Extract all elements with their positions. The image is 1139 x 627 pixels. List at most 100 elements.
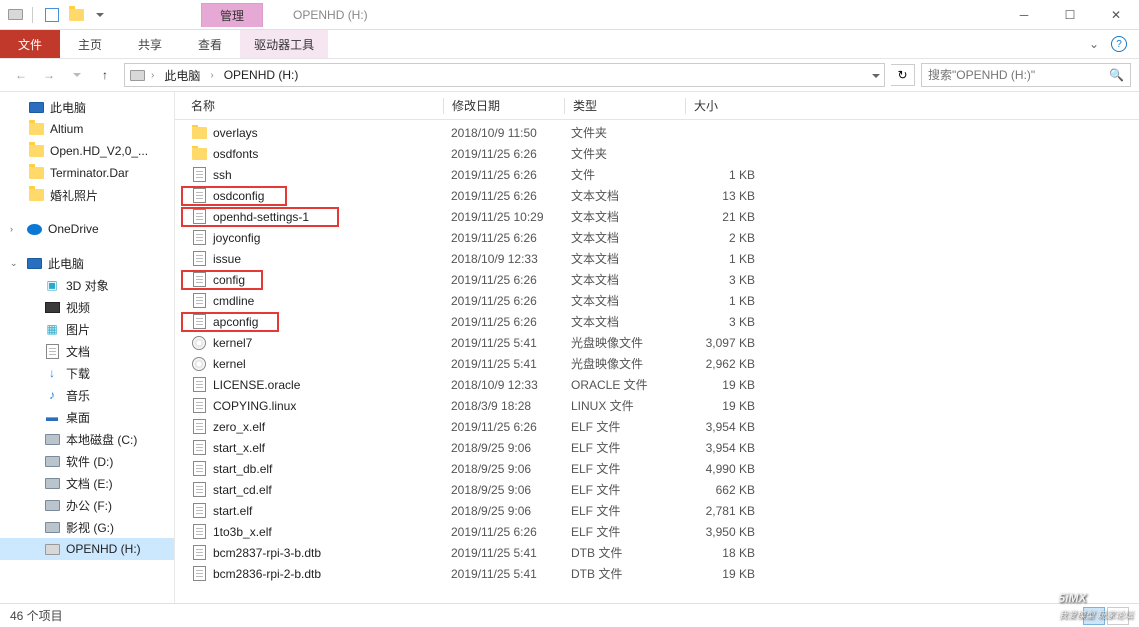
item-count: 46 个项目 [10, 607, 63, 624]
tab-share[interactable]: 共享 [120, 30, 180, 58]
file-row[interactable]: joyconfig2019/11/25 6:26文本文档2 KB [175, 227, 1139, 248]
breadcrumb[interactable]: 此电脑 [160, 65, 204, 86]
file-row[interactable]: cmdline2019/11/25 6:26文本文档1 KB [175, 290, 1139, 311]
app-icon [6, 6, 24, 24]
file-row[interactable]: ssh2019/11/25 6:26文件1 KB [175, 164, 1139, 185]
file-type: ELF 文件 [563, 439, 683, 456]
nav-forward-button[interactable]: → [36, 62, 62, 88]
file-size: 19 KB [683, 567, 763, 581]
breadcrumb-separator[interactable]: › [151, 70, 154, 81]
file-row[interactable]: start.elf2018/9/25 9:06ELF 文件2,781 KB [175, 500, 1139, 521]
search-icon[interactable]: 🔍 [1109, 68, 1124, 82]
tab-drive-tools[interactable]: 驱动器工具 [240, 30, 328, 58]
qat-properties[interactable] [41, 4, 63, 26]
close-button[interactable]: ✕ [1093, 0, 1139, 30]
disc-icon [191, 356, 207, 372]
qat-dropdown[interactable] [89, 4, 111, 26]
tab-home[interactable]: 主页 [60, 30, 120, 58]
file-row[interactable]: start_cd.elf2018/9/25 9:06ELF 文件662 KB [175, 479, 1139, 500]
help-icon[interactable]: ? [1111, 36, 1127, 52]
search-box[interactable]: 🔍 [921, 63, 1131, 87]
file-size: 4,990 KB [683, 462, 763, 476]
quick-access-item[interactable]: Open.HD_V2,0_... [0, 140, 174, 162]
doc-icon [191, 188, 207, 204]
file-row[interactable]: LICENSE.oracle2018/10/9 12:33ORACLE 文件19… [175, 374, 1139, 395]
drive-icon [129, 67, 145, 83]
ribbon-expand-icon[interactable]: ⌄ [1089, 37, 1099, 51]
address-bar[interactable]: › 此电脑 › OPENHD (H:) [124, 63, 885, 87]
file-row[interactable]: start_db.elf2018/9/25 9:06ELF 文件4,990 KB [175, 458, 1139, 479]
column-name[interactable]: 名称 [183, 97, 443, 114]
tree-item-music[interactable]: 音乐 [0, 384, 174, 406]
quick-access-item[interactable]: 此电脑 [0, 96, 174, 118]
media-icon [44, 299, 60, 315]
tree-item-drive[interactable]: 软件 (D:) [0, 450, 174, 472]
tree-item-drive[interactable]: 本地磁盘 (C:) [0, 428, 174, 450]
quick-access-item[interactable]: Terminator.Dar [0, 162, 174, 184]
file-row[interactable]: config2019/11/25 6:26文本文档3 KB [175, 269, 1139, 290]
refresh-button[interactable]: ↻ [891, 64, 915, 86]
file-name: bcm2837-rpi-3-b.dtb [213, 546, 321, 560]
file-row[interactable]: zero_x.elf2019/11/25 6:26ELF 文件3,954 KB [175, 416, 1139, 437]
breadcrumb[interactable]: OPENHD (H:) [220, 66, 303, 84]
tree-item-doc[interactable]: 文档 [0, 340, 174, 362]
navigation-pane[interactable]: 此电脑AltiumOpen.HD_V2,0_...Terminator.Dar婚… [0, 92, 175, 610]
quick-access-item[interactable]: 婚礼照片 [0, 184, 174, 206]
file-type: ORACLE 文件 [563, 376, 683, 393]
folder-icon [191, 146, 207, 162]
file-row[interactable]: kernel72019/11/25 5:41光盘映像文件3,097 KB [175, 332, 1139, 353]
tree-item-dl[interactable]: 下载 [0, 362, 174, 384]
file-row[interactable]: overlays2018/10/9 11:50文件夹 [175, 122, 1139, 143]
tree-item-usb[interactable]: OPENHD (H:) [0, 538, 174, 560]
this-pc-node[interactable]: ⌄此电脑 [0, 252, 174, 274]
file-type: DTB 文件 [563, 565, 683, 582]
file-row[interactable]: osdfonts2019/11/25 6:26文件夹 [175, 143, 1139, 164]
tree-item-drive[interactable]: 影视 (G:) [0, 516, 174, 538]
file-row[interactable]: bcm2837-rpi-3-b.dtb2019/11/25 5:41DTB 文件… [175, 542, 1139, 563]
file-row[interactable]: openhd-settings-12019/11/25 10:29文本文档21 … [175, 206, 1139, 227]
file-row[interactable]: kernel2019/11/25 5:41光盘映像文件2,962 KB [175, 353, 1139, 374]
tree-item-3d[interactable]: ▣3D 对象 [0, 274, 174, 296]
tab-view[interactable]: 查看 [180, 30, 240, 58]
nav-up-button[interactable]: ↑ [92, 62, 118, 88]
file-row[interactable]: COPYING.linux2018/3/9 18:28LINUX 文件19 KB [175, 395, 1139, 416]
doc-icon [191, 398, 207, 414]
maximize-button[interactable]: ☐ [1047, 0, 1093, 30]
file-row[interactable]: osdconfig2019/11/25 6:26文本文档13 KB [175, 185, 1139, 206]
tree-item-drive[interactable]: 办公 (F:) [0, 494, 174, 516]
tree-item-desk[interactable]: ▬桌面 [0, 406, 174, 428]
onedrive-node[interactable]: ›OneDrive [0, 218, 174, 240]
qat-new-folder[interactable] [65, 4, 87, 26]
file-row[interactable]: bcm2836-rpi-2-b.dtb2019/11/25 5:41DTB 文件… [175, 563, 1139, 584]
file-name: joyconfig [213, 231, 260, 245]
minimize-button[interactable]: ─ [1001, 0, 1047, 30]
column-size[interactable]: 大小 [686, 97, 766, 114]
column-date[interactable]: 修改日期 [444, 97, 564, 114]
search-input[interactable] [928, 68, 1109, 82]
tab-file[interactable]: 文件 [0, 30, 60, 58]
file-size: 1 KB [683, 294, 763, 308]
file-row[interactable]: start_x.elf2018/9/25 9:06ELF 文件3,954 KB [175, 437, 1139, 458]
file-type: ELF 文件 [563, 460, 683, 477]
file-name: 1to3b_x.elf [213, 525, 272, 539]
file-row[interactable]: issue2018/10/9 12:33文本文档1 KB [175, 248, 1139, 269]
column-type[interactable]: 类型 [565, 97, 685, 114]
file-row[interactable]: 1to3b_x.elf2019/11/25 6:26ELF 文件3,950 KB [175, 521, 1139, 542]
file-size: 3,097 KB [683, 336, 763, 350]
quick-access-item[interactable]: Altium [0, 118, 174, 140]
file-row[interactable]: apconfig2019/11/25 6:26文本文档3 KB [175, 311, 1139, 332]
file-type: ELF 文件 [563, 418, 683, 435]
nav-history-dropdown[interactable] [64, 62, 90, 88]
pc-icon [26, 255, 42, 271]
contextual-tab-manage[interactable]: 管理 [201, 3, 263, 27]
file-size: 2,781 KB [683, 504, 763, 518]
file-list[interactable]: overlays2018/10/9 11:50文件夹osdfonts2019/1… [175, 120, 1139, 610]
doc-icon [191, 167, 207, 183]
tree-item-media[interactable]: 视频 [0, 296, 174, 318]
folder-icon [28, 165, 44, 181]
tree-item-drive[interactable]: 文档 (E:) [0, 472, 174, 494]
breadcrumb-separator[interactable]: › [210, 70, 213, 81]
address-dropdown[interactable] [872, 70, 880, 81]
tree-item-pic[interactable]: ▦图片 [0, 318, 174, 340]
nav-back-button[interactable]: ← [8, 62, 34, 88]
